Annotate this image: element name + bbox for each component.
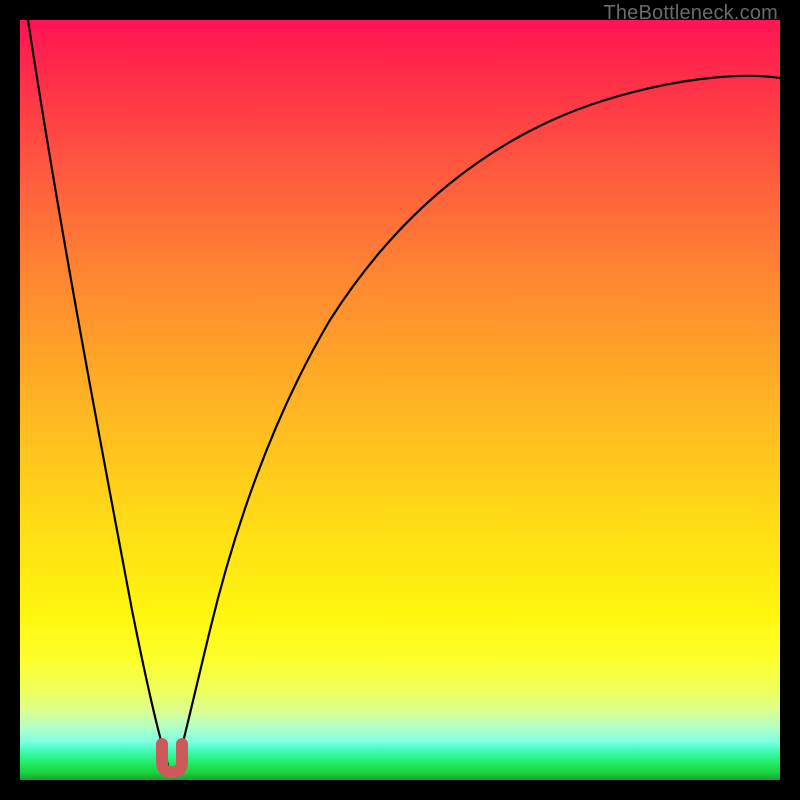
chart-frame: TheBottleneck.com [0, 0, 800, 800]
right-ascent-curve [176, 76, 780, 770]
left-descent-curve [28, 20, 170, 770]
bottleneck-curve-svg [20, 20, 780, 780]
attribution-label: TheBottleneck.com [603, 2, 778, 25]
optimal-u-marker [162, 744, 182, 772]
